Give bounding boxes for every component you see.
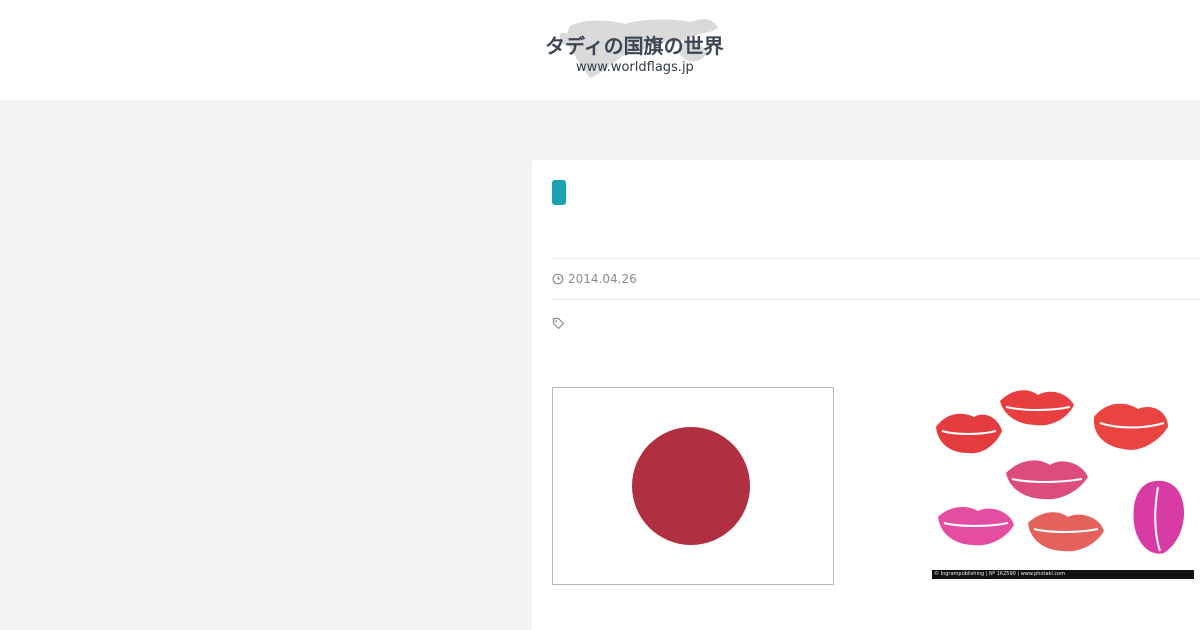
tag-icon bbox=[552, 317, 565, 330]
japan-flag-image[interactable] bbox=[552, 387, 834, 585]
site-title: タディの国旗の世界 bbox=[545, 34, 724, 58]
post-tags bbox=[552, 315, 565, 330]
clock-icon bbox=[552, 273, 564, 285]
image-credit: © Ingrampublishing | Nº 162590 | www.pho… bbox=[934, 571, 1066, 577]
divider bbox=[552, 258, 1200, 259]
flag-red-disc bbox=[632, 427, 750, 545]
image-credit-bar: © Ingrampublishing | Nº 162590 | www.pho… bbox=[932, 570, 1194, 579]
article-card: 2014.04.26 © Ingrampublishing | Nº 16259… bbox=[532, 160, 1200, 630]
site-logo[interactable]: タディの国旗の世界 www.worldflags.jp bbox=[540, 14, 740, 84]
post-date-text: 2014.04.26 bbox=[568, 272, 637, 286]
site-header: タディの国旗の世界 www.worldflags.jp bbox=[0, 0, 1200, 100]
lipstick-kisses-image[interactable]: © Ingrampublishing | Nº 162590 | www.pho… bbox=[932, 387, 1194, 580]
post-date: 2014.04.26 bbox=[552, 271, 637, 287]
category-label[interactable] bbox=[552, 180, 566, 205]
divider bbox=[552, 299, 1200, 300]
site-url: www.worldflags.jp bbox=[576, 60, 694, 75]
lip-prints-graphic bbox=[936, 390, 1184, 554]
